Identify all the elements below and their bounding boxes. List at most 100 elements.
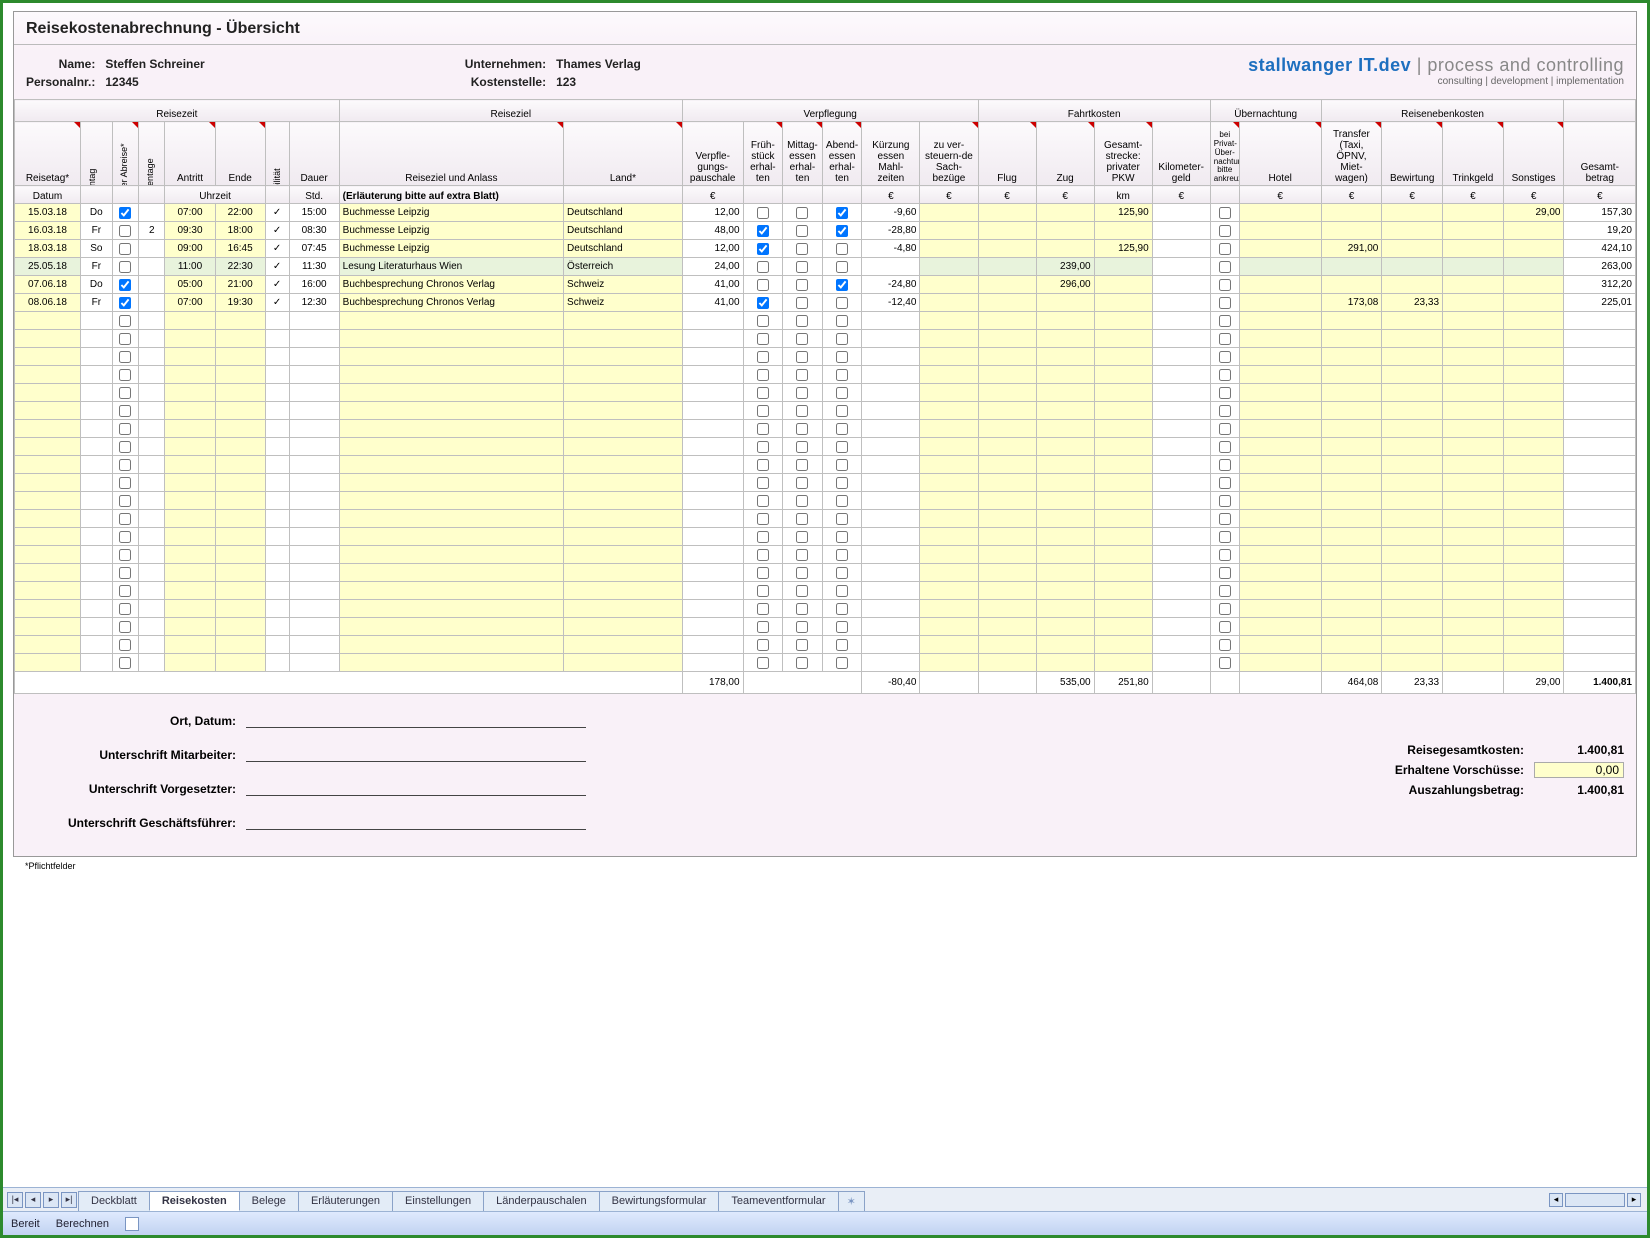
checkbox[interactable] [1219, 567, 1231, 579]
checkbox[interactable] [119, 621, 131, 633]
checkbox[interactable] [796, 603, 808, 615]
checkbox[interactable] [757, 567, 769, 579]
checkbox[interactable] [1219, 243, 1231, 255]
checkbox[interactable] [757, 459, 769, 471]
sheet-tab[interactable]: Deckblatt [78, 1191, 150, 1211]
checkbox[interactable] [757, 297, 769, 309]
checkbox-cell[interactable] [112, 582, 138, 600]
checkbox-cell[interactable] [743, 384, 783, 402]
checkbox[interactable] [1219, 333, 1231, 345]
checkbox-cell[interactable] [822, 222, 862, 240]
checkbox-cell[interactable] [822, 600, 862, 618]
checkbox[interactable] [836, 207, 848, 219]
sheet-tab[interactable]: Reisekosten [149, 1191, 240, 1211]
checkbox-cell[interactable] [112, 402, 138, 420]
checkbox-cell[interactable] [822, 528, 862, 546]
hscroll-right[interactable]: ▸ [1627, 1193, 1641, 1207]
checkbox-cell[interactable] [112, 276, 138, 294]
checkbox-cell[interactable] [743, 222, 783, 240]
checkbox-cell[interactable] [112, 618, 138, 636]
checkbox[interactable] [1219, 405, 1231, 417]
checkbox-cell[interactable] [783, 456, 823, 474]
checkbox-cell[interactable] [743, 618, 783, 636]
checkbox[interactable] [796, 405, 808, 417]
checkbox-cell[interactable] [112, 636, 138, 654]
checkbox[interactable] [796, 351, 808, 363]
checkbox[interactable] [757, 477, 769, 489]
checkbox[interactable] [836, 369, 848, 381]
checkbox[interactable] [119, 567, 131, 579]
checkbox[interactable] [796, 459, 808, 471]
checkbox[interactable] [836, 315, 848, 327]
checkbox[interactable] [1219, 585, 1231, 597]
checkbox[interactable] [119, 261, 131, 273]
checkbox[interactable] [836, 261, 848, 273]
checkbox-cell[interactable] [743, 276, 783, 294]
checkbox-cell[interactable] [822, 492, 862, 510]
checkbox[interactable] [1219, 531, 1231, 543]
checkbox[interactable] [757, 513, 769, 525]
checkbox[interactable] [796, 441, 808, 453]
checkbox[interactable] [119, 585, 131, 597]
checkbox-cell[interactable] [1210, 402, 1239, 420]
checkbox-cell[interactable] [783, 654, 823, 672]
checkbox-cell[interactable] [1210, 348, 1239, 366]
checkbox-cell[interactable] [112, 204, 138, 222]
checkbox-cell[interactable] [1210, 222, 1239, 240]
checkbox[interactable] [757, 351, 769, 363]
checkbox[interactable] [1219, 495, 1231, 507]
checkbox-cell[interactable] [1210, 654, 1239, 672]
checkbox[interactable] [836, 657, 848, 669]
checkbox[interactable] [836, 477, 848, 489]
sum-v2[interactable]: 0,00 [1534, 762, 1624, 778]
checkbox[interactable] [836, 513, 848, 525]
checkbox[interactable] [836, 603, 848, 615]
checkbox-cell[interactable] [112, 384, 138, 402]
checkbox[interactable] [836, 549, 848, 561]
checkbox-cell[interactable] [743, 438, 783, 456]
checkbox[interactable] [757, 495, 769, 507]
checkbox-cell[interactable] [783, 474, 823, 492]
checkbox[interactable] [757, 603, 769, 615]
checkbox[interactable] [757, 585, 769, 597]
checkbox-cell[interactable] [743, 564, 783, 582]
checkbox-cell[interactable] [743, 294, 783, 312]
checkbox-cell[interactable] [112, 420, 138, 438]
checkbox[interactable] [1219, 351, 1231, 363]
checkbox-cell[interactable] [743, 528, 783, 546]
checkbox-cell[interactable] [1210, 204, 1239, 222]
checkbox[interactable] [119, 351, 131, 363]
checkbox[interactable] [119, 225, 131, 237]
checkbox[interactable] [836, 405, 848, 417]
checkbox[interactable] [1219, 549, 1231, 561]
checkbox-cell[interactable] [1210, 582, 1239, 600]
checkbox-cell[interactable] [743, 258, 783, 276]
checkbox-cell[interactable] [1210, 294, 1239, 312]
checkbox-cell[interactable] [822, 456, 862, 474]
checkbox[interactable] [1219, 477, 1231, 489]
checkbox[interactable] [836, 225, 848, 237]
checkbox-cell[interactable] [743, 636, 783, 654]
checkbox[interactable] [836, 495, 848, 507]
checkbox-cell[interactable] [112, 366, 138, 384]
checkbox[interactable] [757, 333, 769, 345]
checkbox[interactable] [1219, 657, 1231, 669]
checkbox[interactable] [757, 405, 769, 417]
checkbox-cell[interactable] [783, 582, 823, 600]
sheet-tab[interactable]: Teameventformular [718, 1191, 838, 1211]
checkbox-cell[interactable] [783, 366, 823, 384]
checkbox[interactable] [1219, 207, 1231, 219]
checkbox[interactable] [836, 459, 848, 471]
checkbox[interactable] [796, 639, 808, 651]
checkbox-cell[interactable] [1210, 618, 1239, 636]
checkbox-cell[interactable] [783, 492, 823, 510]
checkbox-cell[interactable] [743, 348, 783, 366]
checkbox[interactable] [119, 459, 131, 471]
checkbox[interactable] [1219, 225, 1231, 237]
checkbox-cell[interactable] [783, 528, 823, 546]
checkbox[interactable] [757, 387, 769, 399]
checkbox[interactable] [119, 333, 131, 345]
checkbox-cell[interactable] [822, 420, 862, 438]
checkbox[interactable] [757, 639, 769, 651]
checkbox[interactable] [119, 657, 131, 669]
